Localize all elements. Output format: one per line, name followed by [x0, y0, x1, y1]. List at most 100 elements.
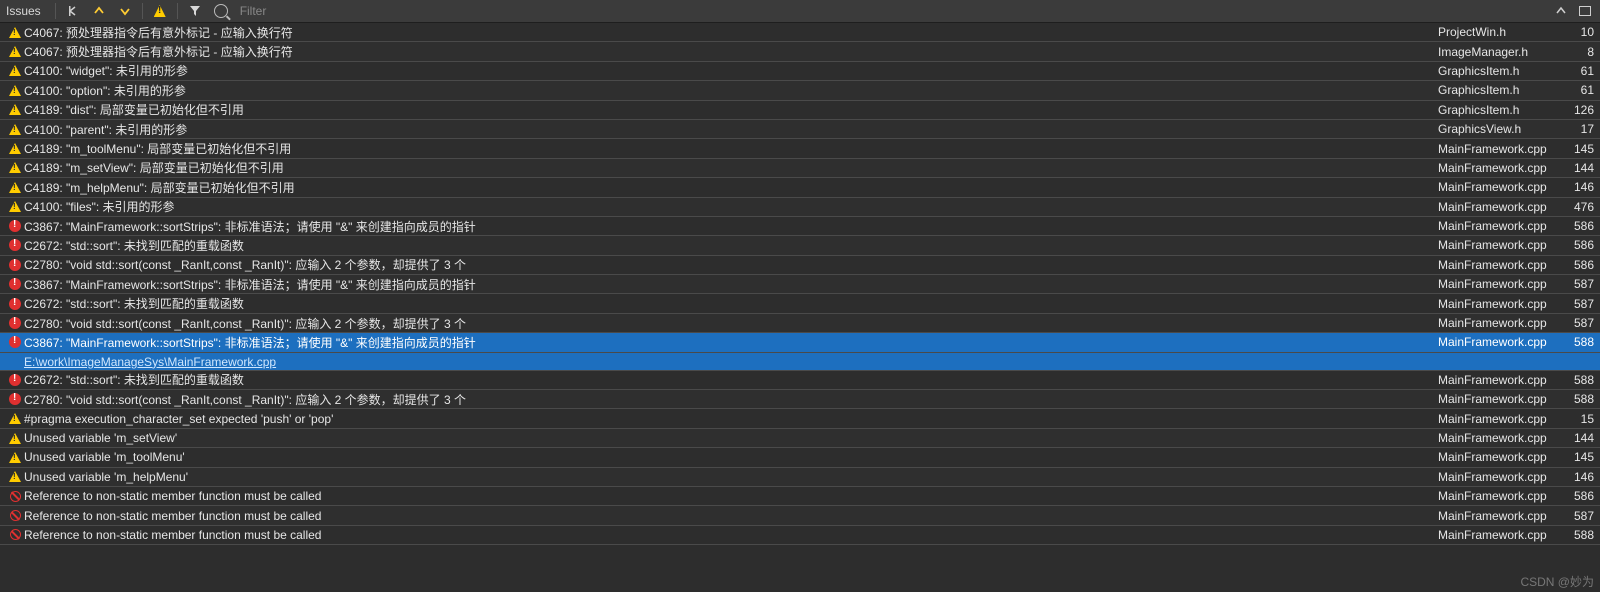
- issue-message: C3867: "MainFramework::sortStrips": 非标准语…: [24, 276, 1438, 293]
- window-icon: [1579, 6, 1591, 16]
- issue-row[interactable]: C2780: "void std::sort(const _RanIt,cons…: [0, 256, 1600, 275]
- issue-row[interactable]: C3867: "MainFramework::sortStrips": 非标准语…: [0, 333, 1600, 352]
- warning-icon: [9, 143, 21, 154]
- issue-row[interactable]: C4067: 预处理器指令后有意外标记 - 应输入换行符ProjectWin.h…: [0, 23, 1600, 42]
- issue-icon-cell: [6, 393, 24, 405]
- issue-line: 586: [1558, 258, 1600, 272]
- issue-message: Reference to non-static member function …: [24, 489, 1438, 503]
- issue-line: 586: [1558, 219, 1600, 233]
- issue-file: MainFramework.cpp: [1438, 392, 1558, 406]
- issues-toolbar: Issues !: [0, 0, 1600, 23]
- issue-file: GraphicsItem.h: [1438, 103, 1558, 117]
- chevron-up-icon: [1556, 6, 1566, 16]
- issue-row[interactable]: C3867: "MainFramework::sortStrips": 非标准语…: [0, 275, 1600, 294]
- issue-icon-cell: [6, 104, 24, 115]
- issue-row[interactable]: C4189: "m_setView": 局部变量已初始化但不引用MainFram…: [0, 159, 1600, 178]
- issue-row[interactable]: C4189: "dist": 局部变量已初始化但不引用GraphicsItem.…: [0, 101, 1600, 120]
- issue-row[interactable]: Reference to non-static member function …: [0, 506, 1600, 525]
- issue-icon-cell: [6, 491, 24, 502]
- error-icon: [9, 374, 21, 386]
- issue-file: GraphicsItem.h: [1438, 64, 1558, 78]
- issue-path-link[interactable]: E:\work\ImageManageSys\MainFramework.cpp: [0, 353, 1600, 371]
- issue-icon-cell: [6, 374, 24, 386]
- issue-icon-cell: [6, 259, 24, 271]
- warning-icon: [9, 182, 21, 193]
- issue-file: MainFramework.cpp: [1438, 238, 1558, 252]
- filter-categories-button[interactable]: [186, 2, 204, 20]
- previous-button[interactable]: [90, 2, 108, 20]
- issue-row[interactable]: C2672: "std::sort": 未找到匹配的重载函数MainFramew…: [0, 236, 1600, 255]
- issue-message: C4100: "widget": 未引用的形参: [24, 62, 1438, 79]
- issue-row[interactable]: C2780: "void std::sort(const _RanIt,cons…: [0, 314, 1600, 333]
- issue-row[interactable]: C4189: "m_toolMenu": 局部变量已初始化但不引用MainFra…: [0, 139, 1600, 158]
- collapse-button[interactable]: [1552, 2, 1570, 20]
- issue-line: 10: [1558, 25, 1600, 39]
- issues-list[interactable]: C4067: 预处理器指令后有意外标记 - 应输入换行符ProjectWin.h…: [0, 23, 1600, 545]
- issue-file: MainFramework.cpp: [1438, 373, 1558, 387]
- issue-row[interactable]: C4067: 预处理器指令后有意外标记 - 应输入换行符ImageManager…: [0, 42, 1600, 61]
- issue-row[interactable]: C2672: "std::sort": 未找到匹配的重载函数MainFramew…: [0, 371, 1600, 390]
- issue-message: C2780: "void std::sort(const _RanIt,cons…: [24, 391, 1438, 408]
- issue-row[interactable]: Unused variable 'm_helpMenu'MainFramewor…: [0, 468, 1600, 487]
- issue-file: MainFramework.cpp: [1438, 258, 1558, 272]
- issue-message: C3867: "MainFramework::sortStrips": 非标准语…: [24, 218, 1438, 235]
- separator: [55, 3, 56, 19]
- issue-line: 586: [1558, 238, 1600, 252]
- warning-icon: !: [154, 5, 166, 17]
- issue-line: 588: [1558, 528, 1600, 542]
- issue-line: 588: [1558, 392, 1600, 406]
- issue-row[interactable]: C4100: "files": 未引用的形参MainFramework.cpp4…: [0, 198, 1600, 217]
- issue-line: 144: [1558, 431, 1600, 445]
- issue-file: ImageManager.h: [1438, 45, 1558, 59]
- issue-message: C4189: "dist": 局部变量已初始化但不引用: [24, 101, 1438, 118]
- issue-message: Unused variable 'm_toolMenu': [24, 450, 1438, 464]
- issue-line: 588: [1558, 335, 1600, 349]
- warnings-toggle[interactable]: !: [151, 2, 169, 20]
- issue-row[interactable]: C4189: "m_helpMenu": 局部变量已初始化但不引用MainFra…: [0, 178, 1600, 197]
- issue-line: 476: [1558, 200, 1600, 214]
- issue-row[interactable]: C4100: "widget": 未引用的形参GraphicsItem.h61: [0, 62, 1600, 81]
- issue-line: 61: [1558, 83, 1600, 97]
- issue-row[interactable]: C4100: "parent": 未引用的形参GraphicsView.h17: [0, 120, 1600, 139]
- issue-row[interactable]: Unused variable 'm_setView'MainFramework…: [0, 429, 1600, 448]
- issue-icon-cell: [6, 143, 24, 154]
- issue-message: C2780: "void std::sort(const _RanIt,cons…: [24, 256, 1438, 273]
- issue-row[interactable]: #pragma execution_character_set expected…: [0, 409, 1600, 428]
- issue-icon-cell: [6, 27, 24, 38]
- issue-message: C4189: "m_setView": 局部变量已初始化但不引用: [24, 159, 1438, 176]
- issue-row[interactable]: Reference to non-static member function …: [0, 487, 1600, 506]
- next-button[interactable]: [116, 2, 134, 20]
- search-button[interactable]: [212, 2, 230, 20]
- warning-icon: [9, 46, 21, 57]
- issue-row[interactable]: C4100: "option": 未引用的形参GraphicsItem.h61: [0, 81, 1600, 100]
- window-menu-button[interactable]: [1576, 2, 1594, 20]
- issue-file: MainFramework.cpp: [1438, 509, 1558, 523]
- issue-message: C4100: "option": 未引用的形参: [24, 82, 1438, 99]
- issue-icon-cell: [6, 124, 24, 135]
- issue-icon-cell: [6, 471, 24, 482]
- issue-icon-cell: [6, 201, 24, 212]
- error-icon: [9, 336, 21, 348]
- issue-file: MainFramework.cpp: [1438, 180, 1558, 194]
- issue-row[interactable]: C2780: "void std::sort(const _RanIt,cons…: [0, 390, 1600, 409]
- issue-row[interactable]: C3867: "MainFramework::sortStrips": 非标准语…: [0, 217, 1600, 236]
- issue-icon-cell: [6, 220, 24, 232]
- filter-input[interactable]: [238, 3, 542, 19]
- issue-message: C4067: 预处理器指令后有意外标记 - 应输入换行符: [24, 24, 1438, 41]
- error-icon: [9, 317, 21, 329]
- issue-row[interactable]: Unused variable 'm_toolMenu'MainFramewor…: [0, 448, 1600, 467]
- issue-line: 586: [1558, 489, 1600, 503]
- issue-icon-cell: [6, 85, 24, 96]
- issue-file: MainFramework.cpp: [1438, 450, 1558, 464]
- issue-line: 145: [1558, 450, 1600, 464]
- chevron-up-icon: [94, 6, 104, 16]
- issue-file: MainFramework.cpp: [1438, 200, 1558, 214]
- warning-icon: [9, 124, 21, 135]
- prev-issue-button[interactable]: [64, 2, 82, 20]
- issue-file: MainFramework.cpp: [1438, 335, 1558, 349]
- search-icon: [214, 4, 228, 18]
- error-icon: [9, 220, 21, 232]
- issue-file: MainFramework.cpp: [1438, 142, 1558, 156]
- issue-row[interactable]: Reference to non-static member function …: [0, 526, 1600, 545]
- issue-row[interactable]: C2672: "std::sort": 未找到匹配的重载函数MainFramew…: [0, 294, 1600, 313]
